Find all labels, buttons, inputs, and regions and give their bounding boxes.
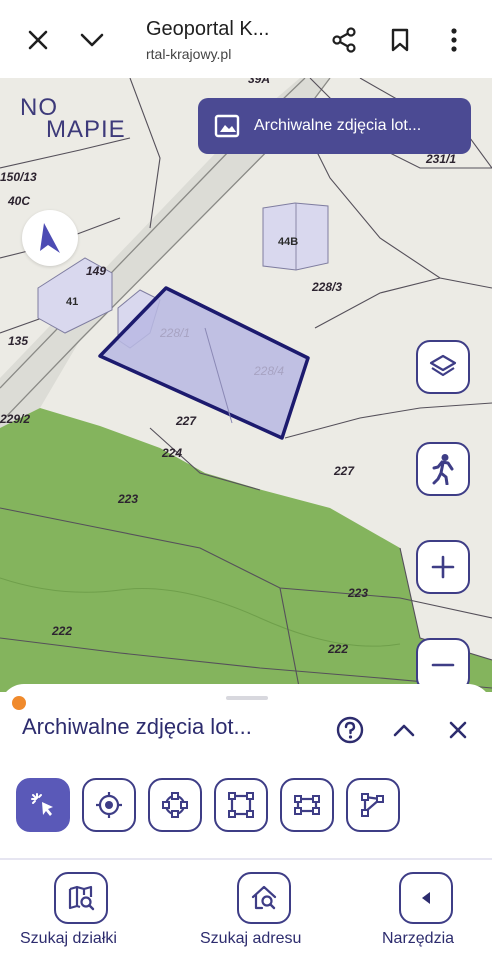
browser-toolbar: Geoportal K... rtal-krajowy.pl	[0, 0, 492, 78]
sheet-drag-handle[interactable]	[226, 696, 268, 700]
extent-tool-icon	[294, 795, 320, 815]
north-arrow-icon	[40, 223, 60, 253]
parcel-label: 224	[162, 446, 183, 460]
extent-tool-button[interactable]	[280, 778, 334, 832]
line-tool-icon	[361, 793, 384, 817]
archive-photos-panel: Archiwalne zdjęcia lot...	[0, 684, 492, 864]
layers-button[interactable]	[416, 340, 470, 394]
nomapie-logo: NO MAPIE	[20, 94, 150, 150]
close-icon[interactable]	[440, 712, 476, 748]
nav-tools[interactable]: Narzędzia	[382, 872, 454, 948]
circle-tool-button[interactable]	[148, 778, 202, 832]
divider	[0, 858, 492, 860]
building-label: 41	[66, 296, 79, 308]
more-vert-icon[interactable]	[434, 20, 474, 60]
tools-button[interactable]	[399, 872, 454, 924]
point-tool-button[interactable]	[82, 778, 136, 832]
nav-parcel-search[interactable]: Szukaj działki	[20, 872, 117, 948]
image-icon	[214, 114, 240, 138]
parcel-label: 135	[8, 334, 29, 348]
nav-label: Szukaj działki	[20, 930, 117, 947]
page-url[interactable]: rtal-krajowy.pl	[146, 46, 286, 62]
parcel-label: 150/13	[0, 170, 37, 184]
point-tool-icon	[96, 792, 122, 818]
share-icon[interactable]	[324, 20, 364, 60]
zoom-out-icon	[431, 663, 455, 667]
chevron-down-icon[interactable]	[72, 20, 112, 60]
help-icon[interactable]	[332, 712, 368, 748]
chevron-up-icon[interactable]	[386, 712, 422, 748]
nav-address-search[interactable]: Szukaj adresu	[200, 872, 301, 948]
circle-tool-icon	[162, 792, 188, 818]
compass-button[interactable]	[22, 210, 78, 266]
layers-icon	[429, 354, 457, 377]
zoom-in-button[interactable]	[416, 540, 470, 594]
archive-photos-button[interactable]: Archiwalne zdjęcia lot...	[198, 98, 471, 154]
parcel-label: 223	[118, 492, 139, 506]
bottom-navigation: Szukaj działki Szukaj adresu Narzędzia	[0, 862, 492, 960]
bookmark-icon[interactable]	[380, 20, 420, 60]
parcel-label: 149	[86, 264, 107, 278]
map-view[interactable]: 39A 231/1 150/13 40C 44B 228/3 149 41 13…	[0, 78, 492, 692]
parcel-label: 223	[348, 586, 369, 600]
logo-text: MAPIE	[46, 116, 126, 143]
building-label: 44B	[278, 236, 299, 248]
select-tool-button[interactable]	[16, 778, 70, 832]
nav-label: Narzędzia	[382, 930, 455, 947]
parcel-search-button[interactable]	[54, 872, 109, 924]
page-title[interactable]: Geoportal K...	[146, 18, 269, 41]
parcel-label: 227	[176, 414, 197, 428]
address-search-button[interactable]	[236, 872, 291, 924]
close-icon[interactable]	[18, 20, 58, 60]
caret-left-icon	[422, 892, 431, 904]
parcel-label: 40C	[8, 194, 31, 208]
notification-dot	[12, 696, 26, 710]
nav-label: Szukaj adresu	[200, 930, 302, 947]
map-search-icon	[69, 885, 95, 911]
home-search-icon	[251, 885, 276, 910]
rectangle-tool-button[interactable]	[214, 778, 268, 832]
parcel-label: 228/1	[160, 326, 191, 340]
parcel-label: 227	[334, 464, 355, 478]
drawing-tools	[16, 778, 412, 832]
parcel-label: 229/2	[0, 412, 31, 426]
zoom-in-icon	[431, 555, 455, 579]
parcel-label: 39A	[248, 78, 271, 86]
select-tool-icon	[31, 793, 53, 816]
archive-photos-label: Archiwalne zdjęcia lot...	[254, 117, 422, 134]
parcel-label: 228/3	[312, 280, 343, 294]
parcel-label: 222	[52, 624, 73, 638]
parcel-label: 231/1	[426, 152, 457, 166]
street-view-icon	[432, 454, 454, 485]
line-tool-button[interactable]	[346, 778, 400, 832]
panel-title: Archiwalne zdjęcia lot...	[22, 714, 252, 739]
parcel-label: 228/4	[254, 364, 285, 378]
street-view-button[interactable]	[416, 442, 470, 496]
parcel-label: 222	[328, 642, 349, 656]
rectangle-tool-icon	[228, 792, 254, 818]
